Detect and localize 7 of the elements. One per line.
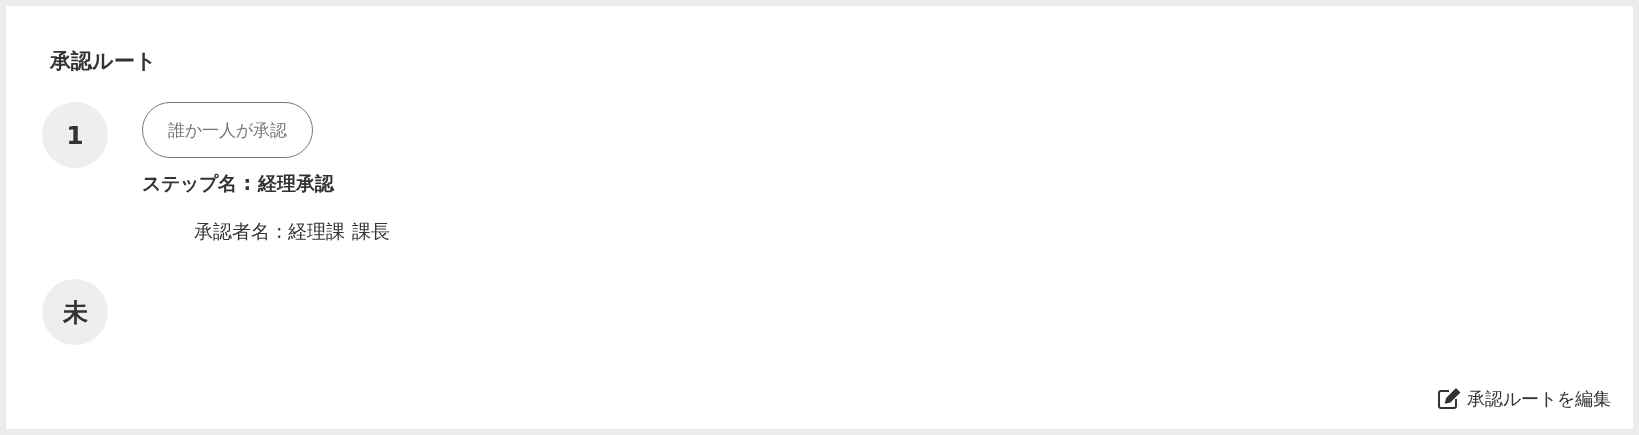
edit-route-link[interactable]: 承認ルートを編集: [1437, 387, 1611, 411]
section-title: 承認ルート: [50, 48, 157, 75]
step-name: ステップ名 : 経理承認: [142, 171, 334, 196]
approver-name: 承認者名 : 経理課 課長: [194, 219, 390, 244]
step-number: 未: [42, 279, 108, 345]
edit-icon: [1437, 388, 1461, 410]
step-number: 1: [42, 102, 108, 168]
